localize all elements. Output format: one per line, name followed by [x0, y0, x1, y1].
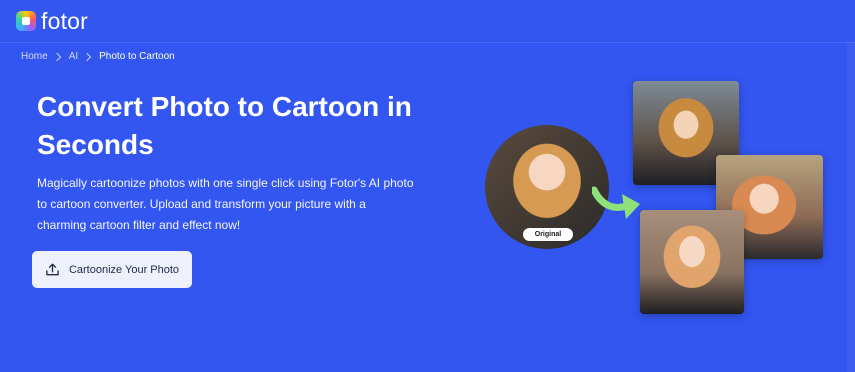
fotor-logo[interactable]: fotor — [16, 9, 88, 33]
page-description: Magically cartoonize photos with one sin… — [37, 176, 414, 232]
fotor-logo-icon — [16, 11, 36, 31]
cartoon-result-image — [640, 210, 744, 314]
curved-arrow-icon — [592, 186, 640, 219]
cartoonize-photo-button[interactable]: Cartoonize Your Photo — [32, 251, 192, 288]
breadcrumb-home[interactable]: Home — [21, 51, 48, 62]
breadcrumb: Home AI Photo to Cartoon — [21, 51, 175, 62]
upload-icon — [46, 263, 59, 276]
breadcrumb-ai[interactable]: AI — [69, 51, 78, 62]
top-bar: fotor — [0, 0, 855, 43]
page-title: Convert Photo to Cartoon in Seconds — [37, 91, 412, 160]
logo-text: fotor — [41, 8, 89, 34]
chevron-right-icon — [52, 52, 61, 61]
original-badge: Original — [523, 228, 573, 241]
scrollbar[interactable] — [847, 43, 855, 372]
chevron-right-icon — [82, 52, 92, 61]
breadcrumb-current: Photo to Cartoon — [99, 51, 175, 62]
cartoonize-button-label: Cartoonize Your Photo — [68, 263, 180, 276]
